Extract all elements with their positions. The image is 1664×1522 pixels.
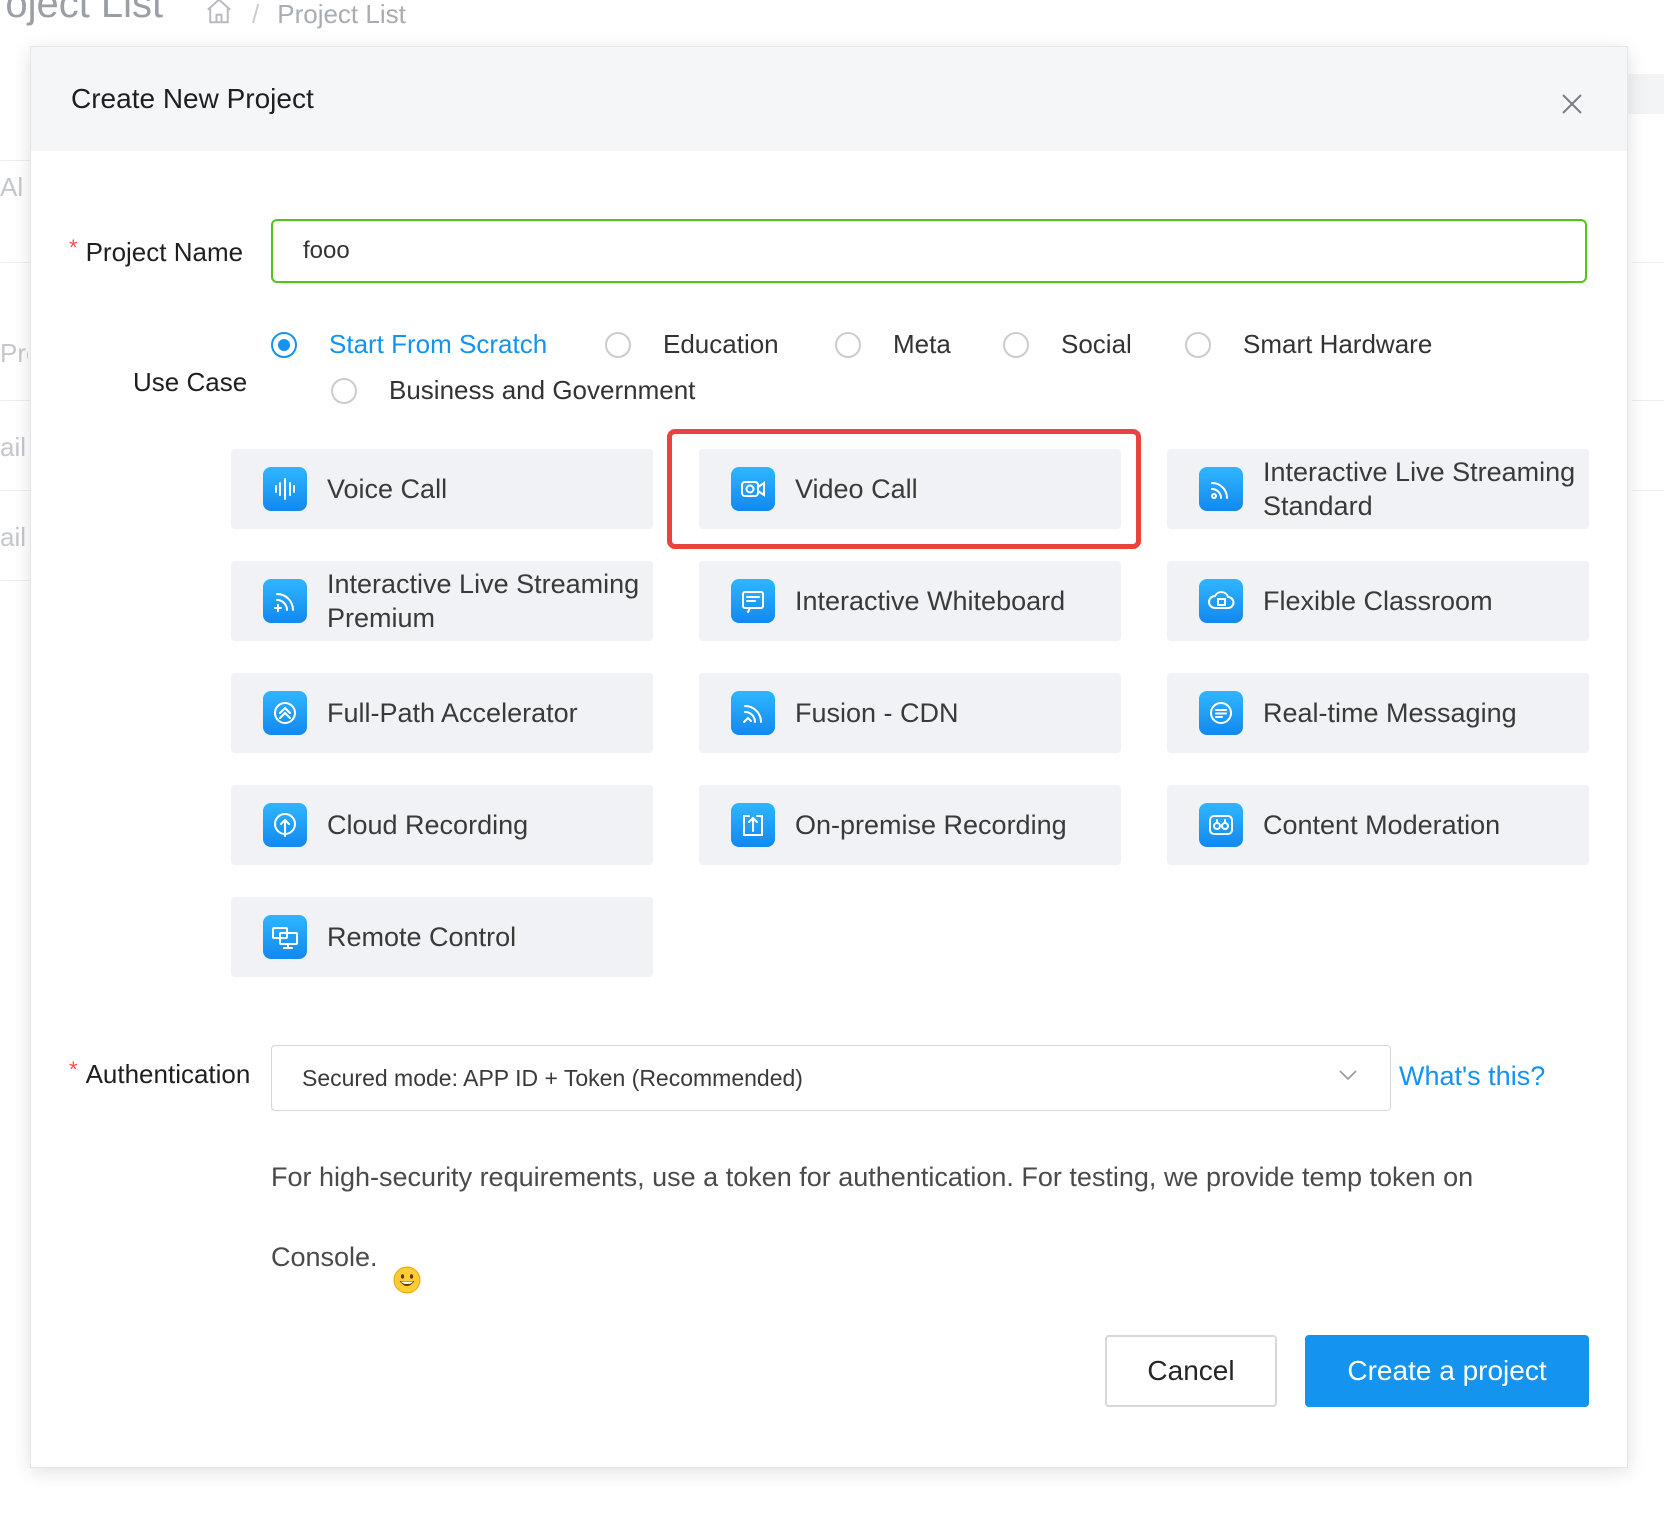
product-card-real-time-messaging[interactable]: Real-time Messaging [1167, 673, 1589, 753]
broadcast-plus-icon [263, 579, 307, 623]
background-divider [0, 160, 30, 161]
radio-unselected-icon [605, 331, 631, 358]
radio-business-government[interactable]: Business and Government [331, 375, 695, 406]
product-card-remote-control[interactable]: Remote Control [231, 897, 653, 977]
radio-label: Business and Government [389, 375, 696, 405]
breadcrumb: / Project List [204, 0, 406, 33]
product-card-flexible-classroom[interactable]: Flexible Classroom [1167, 561, 1589, 641]
authentication-label: * Authentication [69, 1057, 251, 1090]
radio-label: Smart Hardware [1243, 329, 1433, 359]
product-card-full-path-accelerator[interactable]: Full-Path Accelerator [231, 673, 653, 753]
create-project-button[interactable]: Create a project [1305, 1335, 1589, 1407]
use-case-label: Use Case [133, 367, 248, 397]
moderation-icon [1199, 803, 1243, 847]
background-divider [1632, 400, 1664, 401]
product-label: Cloud Recording [327, 810, 529, 840]
cancel-button[interactable]: Cancel [1105, 1335, 1277, 1407]
project-name-label-text: Project Name [85, 237, 244, 267]
product-label: Full-Path Accelerator [327, 698, 578, 728]
background-divider [0, 262, 30, 263]
product-label: Video Call [795, 474, 918, 504]
product-card-live-streaming-premium[interactable]: Interactive Live Streaming Premium [231, 561, 653, 641]
required-mark: * [69, 1057, 78, 1082]
authentication-select[interactable]: Secured mode: APP ID + Token (Recommende… [271, 1045, 1391, 1111]
project-name-input[interactable]: fooo [271, 219, 1587, 283]
product-card-live-streaming-standard[interactable]: Interactive Live Streaming Standard [1167, 449, 1589, 529]
product-label: Remote Control [327, 922, 517, 952]
cloud-upload-icon [263, 803, 307, 847]
product-card-on-premise-recording[interactable]: On-premise Recording [699, 785, 1121, 865]
radio-social[interactable]: Social [1003, 329, 1132, 360]
background-fragment: Al [0, 172, 24, 202]
message-icon [1199, 691, 1243, 735]
home-icon[interactable] [204, 0, 234, 33]
whiteboard-icon [731, 579, 775, 623]
product-card-interactive-whiteboard[interactable]: Interactive Whiteboard [699, 561, 1121, 641]
chevron-down-icon [1336, 1063, 1360, 1093]
product-card-content-moderation[interactable]: Content Moderation [1167, 785, 1589, 865]
background-fragment: ail [0, 522, 27, 552]
background-fragment: Pro [0, 338, 28, 368]
page-title: roject List [0, 0, 164, 26]
product-label: Fusion - CDN [795, 698, 959, 728]
video-camera-icon [731, 467, 775, 511]
product-card-voice-call[interactable]: Voice Call [231, 449, 653, 529]
voice-wave-icon [263, 467, 307, 511]
product-card-fusion-cdn[interactable]: Fusion - CDN [699, 673, 1121, 753]
radio-label: Meta [893, 329, 951, 359]
breadcrumb-separator: / [252, 0, 260, 29]
radio-label: Start From Scratch [329, 329, 548, 359]
whats-this-link[interactable]: What's this? [1399, 1061, 1545, 1092]
radio-start-from-scratch[interactable]: Start From Scratch [271, 329, 547, 360]
close-icon[interactable] [1557, 89, 1587, 119]
background-divider [1632, 490, 1664, 491]
product-label: Voice Call [327, 474, 448, 504]
radio-education[interactable]: Education [605, 329, 779, 360]
remote-desktop-icon [263, 915, 307, 959]
grinning-emoji-icon [393, 1245, 421, 1294]
broadcast-icon [1199, 467, 1243, 511]
breadcrumb-current: Project List [277, 0, 406, 29]
product-label: Interactive Whiteboard [795, 586, 1066, 616]
background-divider [0, 400, 30, 401]
radio-smart-hardware[interactable]: Smart Hardware [1185, 329, 1432, 360]
radio-unselected-icon [835, 331, 861, 358]
product-label: Interactive Live Streaming Premium [327, 569, 640, 633]
product-label: Content Moderation [1263, 810, 1501, 840]
authentication-label-text: Authentication [85, 1059, 251, 1089]
radio-unselected-icon [1185, 331, 1211, 358]
authentication-selected-value: Secured mode: APP ID + Token (Recommende… [302, 1064, 803, 1091]
radio-meta[interactable]: Meta [835, 329, 951, 360]
background-divider [0, 490, 30, 491]
product-card-video-call[interactable]: Video Call [699, 449, 1121, 529]
background-fragment: ail [0, 432, 27, 462]
modal-title: Create New Project [71, 83, 314, 114]
product-label: Real-time Messaging [1263, 698, 1517, 728]
radio-unselected-icon [1003, 331, 1029, 358]
product-label: Flexible Classroom [1263, 586, 1493, 616]
authentication-help-text: For high-security requirements, use a to… [271, 1137, 1541, 1297]
product-card-cloud-recording[interactable]: Cloud Recording [231, 785, 653, 865]
help-text: For high-security requirements, use a to… [271, 1162, 1474, 1272]
background-divider [0, 580, 30, 581]
product-label: Interactive Live Streaming Standard [1263, 457, 1576, 521]
radio-selected-icon [271, 331, 297, 358]
cloud-classroom-icon [1199, 579, 1243, 623]
upload-box-icon [731, 803, 775, 847]
background-divider [1632, 262, 1664, 263]
radio-label: Social [1061, 329, 1132, 359]
create-project-modal: Create New Project * Project Name fooo Us… [30, 46, 1628, 1468]
radio-unselected-icon [331, 377, 357, 404]
background-band [1624, 74, 1664, 114]
accelerator-icon [263, 691, 307, 735]
project-name-label: * Project Name [69, 235, 244, 268]
radio-label: Education [663, 329, 779, 359]
modal-header: Create New Project [31, 47, 1627, 151]
cdn-icon [731, 691, 775, 735]
required-mark: * [69, 235, 78, 260]
product-label: On-premise Recording [795, 810, 1067, 840]
